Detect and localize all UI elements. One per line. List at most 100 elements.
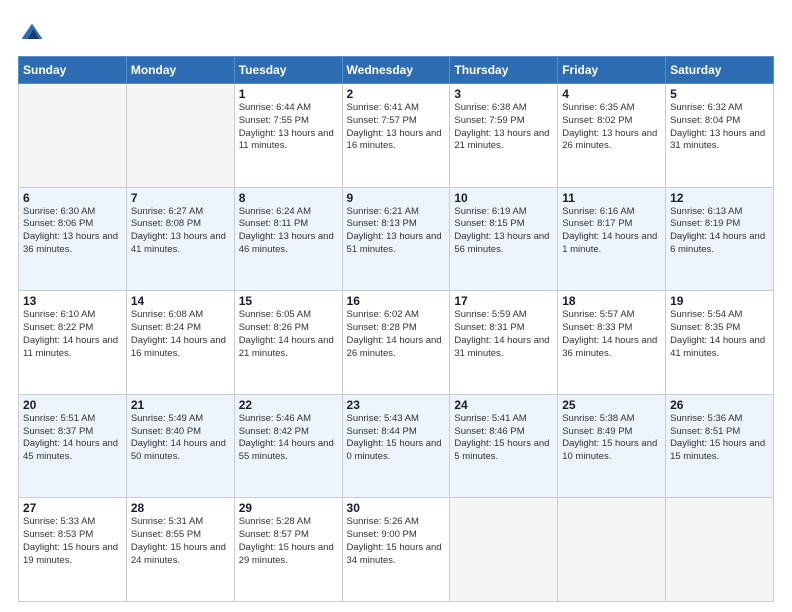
day-number: 13 [23,294,122,308]
day-info: Sunrise: 6:30 AM Sunset: 8:06 PM Dayligh… [23,206,122,257]
day-number: 19 [670,294,769,308]
day-info: Sunrise: 6:19 AM Sunset: 8:15 PM Dayligh… [454,206,553,257]
day-number: 7 [131,191,230,205]
calendar-cell: 3Sunrise: 6:38 AM Sunset: 7:59 PM Daylig… [450,84,558,188]
day-number: 4 [562,87,661,101]
logo-icon [18,18,46,46]
day-info: Sunrise: 5:28 AM Sunset: 8:57 PM Dayligh… [239,516,338,567]
weekday-header-sunday: Sunday [19,57,127,84]
day-info: Sunrise: 5:57 AM Sunset: 8:33 PM Dayligh… [562,309,661,360]
calendar-cell: 11Sunrise: 6:16 AM Sunset: 8:17 PM Dayli… [558,187,666,291]
day-info: Sunrise: 6:02 AM Sunset: 8:28 PM Dayligh… [347,309,446,360]
day-info: Sunrise: 6:44 AM Sunset: 7:55 PM Dayligh… [239,102,338,153]
calendar-cell: 26Sunrise: 5:36 AM Sunset: 8:51 PM Dayli… [666,394,774,498]
day-info: Sunrise: 6:21 AM Sunset: 8:13 PM Dayligh… [347,206,446,257]
day-info: Sunrise: 6:16 AM Sunset: 8:17 PM Dayligh… [562,206,661,257]
calendar-cell: 16Sunrise: 6:02 AM Sunset: 8:28 PM Dayli… [342,291,450,395]
day-number: 22 [239,398,338,412]
weekday-row: SundayMondayTuesdayWednesdayThursdayFrid… [19,57,774,84]
day-info: Sunrise: 5:49 AM Sunset: 8:40 PM Dayligh… [131,413,230,464]
calendar-body: 1Sunrise: 6:44 AM Sunset: 7:55 PM Daylig… [19,84,774,602]
calendar-cell [450,498,558,602]
day-number: 18 [562,294,661,308]
calendar-cell: 2Sunrise: 6:41 AM Sunset: 7:57 PM Daylig… [342,84,450,188]
day-number: 29 [239,501,338,515]
weekday-header-friday: Friday [558,57,666,84]
day-info: Sunrise: 5:46 AM Sunset: 8:42 PM Dayligh… [239,413,338,464]
day-info: Sunrise: 5:36 AM Sunset: 8:51 PM Dayligh… [670,413,769,464]
day-info: Sunrise: 5:41 AM Sunset: 8:46 PM Dayligh… [454,413,553,464]
day-info: Sunrise: 5:31 AM Sunset: 8:55 PM Dayligh… [131,516,230,567]
calendar-cell: 5Sunrise: 6:32 AM Sunset: 8:04 PM Daylig… [666,84,774,188]
calendar-cell: 17Sunrise: 5:59 AM Sunset: 8:31 PM Dayli… [450,291,558,395]
day-info: Sunrise: 6:05 AM Sunset: 8:26 PM Dayligh… [239,309,338,360]
day-info: Sunrise: 5:54 AM Sunset: 8:35 PM Dayligh… [670,309,769,360]
week-row-5: 27Sunrise: 5:33 AM Sunset: 8:53 PM Dayli… [19,498,774,602]
page: SundayMondayTuesdayWednesdayThursdayFrid… [0,0,792,612]
day-info: Sunrise: 6:24 AM Sunset: 8:11 PM Dayligh… [239,206,338,257]
calendar-cell: 22Sunrise: 5:46 AM Sunset: 8:42 PM Dayli… [234,394,342,498]
calendar-cell: 10Sunrise: 6:19 AM Sunset: 8:15 PM Dayli… [450,187,558,291]
day-number: 10 [454,191,553,205]
weekday-header-wednesday: Wednesday [342,57,450,84]
calendar-cell: 1Sunrise: 6:44 AM Sunset: 7:55 PM Daylig… [234,84,342,188]
logo [18,18,50,46]
day-info: Sunrise: 5:26 AM Sunset: 9:00 PM Dayligh… [347,516,446,567]
day-number: 24 [454,398,553,412]
calendar-cell: 18Sunrise: 5:57 AM Sunset: 8:33 PM Dayli… [558,291,666,395]
calendar-cell: 13Sunrise: 6:10 AM Sunset: 8:22 PM Dayli… [19,291,127,395]
day-number: 30 [347,501,446,515]
day-number: 14 [131,294,230,308]
day-info: Sunrise: 6:38 AM Sunset: 7:59 PM Dayligh… [454,102,553,153]
week-row-3: 13Sunrise: 6:10 AM Sunset: 8:22 PM Dayli… [19,291,774,395]
calendar-cell: 25Sunrise: 5:38 AM Sunset: 8:49 PM Dayli… [558,394,666,498]
day-number: 6 [23,191,122,205]
day-info: Sunrise: 6:35 AM Sunset: 8:02 PM Dayligh… [562,102,661,153]
calendar-cell: 8Sunrise: 6:24 AM Sunset: 8:11 PM Daylig… [234,187,342,291]
day-number: 23 [347,398,446,412]
calendar-cell: 27Sunrise: 5:33 AM Sunset: 8:53 PM Dayli… [19,498,127,602]
week-row-1: 1Sunrise: 6:44 AM Sunset: 7:55 PM Daylig… [19,84,774,188]
day-info: Sunrise: 6:41 AM Sunset: 7:57 PM Dayligh… [347,102,446,153]
calendar-cell [19,84,127,188]
calendar-cell: 12Sunrise: 6:13 AM Sunset: 8:19 PM Dayli… [666,187,774,291]
weekday-header-monday: Monday [126,57,234,84]
calendar-cell: 28Sunrise: 5:31 AM Sunset: 8:55 PM Dayli… [126,498,234,602]
header [18,18,774,46]
calendar-cell [666,498,774,602]
weekday-header-tuesday: Tuesday [234,57,342,84]
calendar-table: SundayMondayTuesdayWednesdayThursdayFrid… [18,56,774,602]
week-row-4: 20Sunrise: 5:51 AM Sunset: 8:37 PM Dayli… [19,394,774,498]
calendar-cell [126,84,234,188]
day-number: 1 [239,87,338,101]
day-number: 15 [239,294,338,308]
day-number: 27 [23,501,122,515]
day-number: 28 [131,501,230,515]
week-row-2: 6Sunrise: 6:30 AM Sunset: 8:06 PM Daylig… [19,187,774,291]
day-number: 3 [454,87,553,101]
day-number: 8 [239,191,338,205]
day-number: 16 [347,294,446,308]
day-info: Sunrise: 5:33 AM Sunset: 8:53 PM Dayligh… [23,516,122,567]
day-number: 17 [454,294,553,308]
day-info: Sunrise: 5:43 AM Sunset: 8:44 PM Dayligh… [347,413,446,464]
day-info: Sunrise: 6:32 AM Sunset: 8:04 PM Dayligh… [670,102,769,153]
weekday-header-saturday: Saturday [666,57,774,84]
day-number: 20 [23,398,122,412]
day-info: Sunrise: 6:08 AM Sunset: 8:24 PM Dayligh… [131,309,230,360]
calendar-cell: 21Sunrise: 5:49 AM Sunset: 8:40 PM Dayli… [126,394,234,498]
day-info: Sunrise: 5:51 AM Sunset: 8:37 PM Dayligh… [23,413,122,464]
calendar-cell: 4Sunrise: 6:35 AM Sunset: 8:02 PM Daylig… [558,84,666,188]
day-number: 5 [670,87,769,101]
calendar-cell: 23Sunrise: 5:43 AM Sunset: 8:44 PM Dayli… [342,394,450,498]
day-number: 26 [670,398,769,412]
day-number: 2 [347,87,446,101]
day-info: Sunrise: 5:59 AM Sunset: 8:31 PM Dayligh… [454,309,553,360]
day-number: 9 [347,191,446,205]
day-number: 12 [670,191,769,205]
calendar-header: SundayMondayTuesdayWednesdayThursdayFrid… [19,57,774,84]
calendar-cell: 9Sunrise: 6:21 AM Sunset: 8:13 PM Daylig… [342,187,450,291]
day-info: Sunrise: 6:13 AM Sunset: 8:19 PM Dayligh… [670,206,769,257]
calendar-cell: 30Sunrise: 5:26 AM Sunset: 9:00 PM Dayli… [342,498,450,602]
day-info: Sunrise: 5:38 AM Sunset: 8:49 PM Dayligh… [562,413,661,464]
